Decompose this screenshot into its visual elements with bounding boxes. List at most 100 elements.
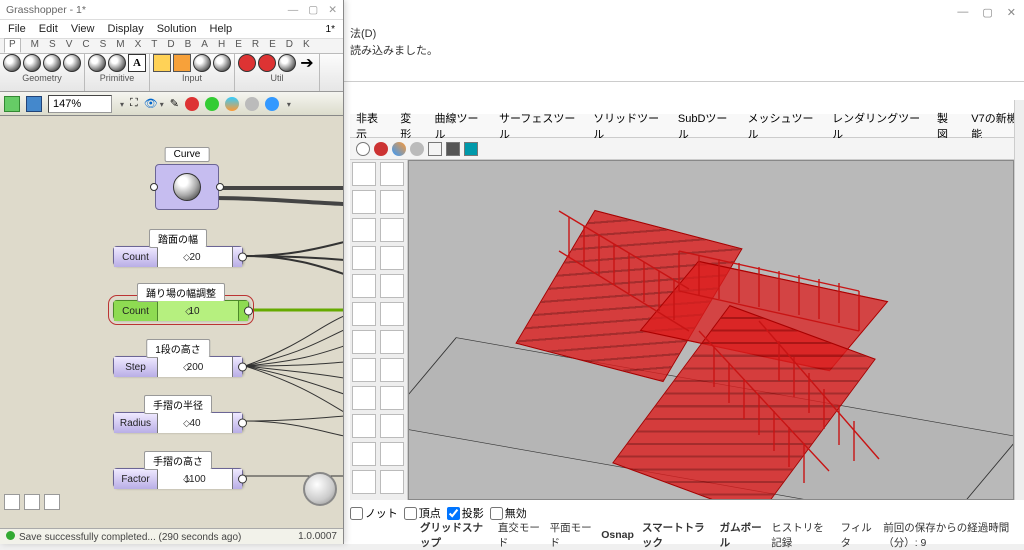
component-icon[interactable] — [213, 54, 231, 72]
osnap-disable[interactable]: 無効 — [490, 505, 527, 521]
tab-p[interactable]: P — [4, 38, 21, 53]
tab-hide[interactable]: 非表示 — [356, 110, 386, 142]
component-icon[interactable] — [193, 54, 211, 72]
status-filter[interactable]: フィルタ — [840, 520, 875, 550]
close-icon[interactable]: ✕ — [1007, 6, 1016, 19]
zoom-level-input[interactable]: 147% — [48, 95, 112, 113]
shaded-preview-icon[interactable] — [225, 97, 239, 111]
tool-icon[interactable] — [380, 274, 404, 298]
close-icon[interactable]: ✕ — [328, 4, 337, 16]
minimize-icon[interactable]: — — [957, 6, 968, 19]
tool-icon[interactable] — [352, 386, 376, 410]
tab-t[interactable]: T — [151, 39, 157, 53]
tab-d2[interactable]: D — [286, 39, 293, 53]
output-port[interactable] — [216, 183, 224, 191]
component-icon[interactable] — [153, 54, 171, 72]
rhino-toolbar-tabs[interactable]: 非表示 変形 曲線ツール サーフェスツール ソリッドツール SubDツール メッ… — [350, 114, 1024, 138]
tool-icon[interactable] — [352, 330, 376, 354]
tab-e[interactable]: E — [235, 39, 242, 53]
gh-canvas[interactable]: Curve 踏面の幅 Count20 踊り場の幅調整 Count10 1段の高さ… — [0, 116, 343, 528]
tab-b[interactable]: B — [185, 39, 192, 53]
tool-icon[interactable] — [380, 218, 404, 242]
component-icon[interactable] — [3, 54, 21, 72]
tool-icon[interactable] — [380, 386, 404, 410]
tab-e2[interactable]: E — [269, 39, 276, 53]
gh-canvas-corner-icons[interactable] — [4, 494, 60, 510]
disable-preview-icon[interactable] — [185, 97, 199, 111]
tool-icon[interactable] — [380, 330, 404, 354]
status-ortho[interactable]: 直交モード — [498, 520, 542, 550]
status-gridsnap[interactable]: グリッドスナップ — [420, 520, 490, 550]
menu-file[interactable]: File — [8, 23, 26, 35]
component-icon[interactable] — [108, 54, 126, 72]
gh-titlebar[interactable]: Grasshopper - 1* — ▢ ✕ — [0, 0, 343, 20]
minimize-icon[interactable]: — — [288, 4, 299, 16]
tab-s2[interactable]: S — [100, 39, 107, 53]
slider-landing-width[interactable]: 踊り場の幅調整 Count10 — [113, 300, 249, 320]
gh-canvas-toolbar[interactable]: 147% ⛶ 👁 ✎ — [0, 92, 343, 116]
shade-multi-icon[interactable] — [392, 142, 406, 156]
tab-render[interactable]: レンダリングツール — [832, 110, 923, 142]
tool-icon[interactable] — [352, 358, 376, 382]
status-planar[interactable]: 平面モード — [550, 520, 594, 550]
md-icon[interactable] — [44, 494, 60, 510]
wire-preview-icon[interactable] — [245, 97, 259, 111]
menu-edit[interactable]: Edit — [39, 23, 58, 35]
tab-surface[interactable]: サーフェスツール — [499, 110, 579, 142]
slider-handrail-radius[interactable]: 手摺の半径 Radius40 — [113, 412, 243, 432]
slider-handrail-height[interactable]: 手摺の高さ Factor1100 — [113, 468, 243, 488]
tool-icon[interactable] — [380, 470, 404, 494]
slider-tread-width[interactable]: 踏面の幅 Count20 — [113, 246, 243, 266]
rhino-left-toolbar[interactable] — [350, 160, 408, 500]
tool-icon[interactable] — [352, 162, 376, 186]
shade-red-icon[interactable] — [374, 142, 388, 156]
status-history[interactable]: ヒストリを記録 — [771, 520, 832, 550]
component-icon[interactable] — [238, 54, 256, 72]
tab-r[interactable]: R — [252, 39, 259, 53]
menu-help[interactable]: Help — [210, 23, 233, 35]
tool-icon[interactable] — [380, 358, 404, 382]
slider-track[interactable]: 10 — [158, 301, 238, 321]
slider-track[interactable]: 1100 — [158, 469, 232, 489]
tool-icon[interactable] — [380, 442, 404, 466]
gh-menubar[interactable]: File Edit View Display Solution Help 1* — [0, 20, 343, 38]
md-icon[interactable] — [4, 494, 20, 510]
selected-preview-icon[interactable] — [265, 97, 279, 111]
tool-icon[interactable] — [352, 414, 376, 438]
tab-x[interactable]: X — [135, 39, 142, 53]
tab-subd[interactable]: SubDツール — [678, 110, 734, 142]
output-port[interactable] — [232, 357, 242, 377]
tab-transform[interactable]: 変形 — [400, 110, 420, 142]
osnap-knot[interactable]: ノット — [350, 505, 398, 521]
slider-riser-height[interactable]: 1段の高さ Step200 — [113, 356, 243, 376]
curve-param[interactable]: Curve — [155, 164, 219, 210]
tab-a[interactable]: A — [201, 39, 208, 53]
component-icon[interactable] — [278, 54, 296, 72]
tab-mesh[interactable]: メッシュツール — [747, 110, 818, 142]
tool-icon[interactable] — [352, 246, 376, 270]
save-icon[interactable] — [26, 96, 42, 112]
maximize-icon[interactable]: ▢ — [308, 4, 318, 16]
status-osnap[interactable]: Osnap — [601, 529, 634, 541]
component-icon[interactable] — [43, 54, 61, 72]
gh-ribbon[interactable]: Geometry APrimitive Input ➔Util — [0, 54, 343, 92]
sketch-icon[interactable]: ✎ — [170, 97, 179, 110]
status-smarttrack[interactable]: スマートトラック — [642, 520, 712, 550]
canvas-compass-icon[interactable] — [303, 472, 337, 506]
tab-v[interactable]: V — [66, 39, 73, 53]
tool-icon[interactable] — [352, 302, 376, 326]
output-port[interactable] — [232, 469, 242, 489]
tab-c[interactable]: C — [82, 39, 89, 53]
shade-white-icon[interactable] — [356, 142, 370, 156]
tool-icon[interactable] — [352, 218, 376, 242]
status-gumball[interactable]: ガムボール — [720, 520, 764, 550]
rendered-icon[interactable] — [446, 142, 460, 156]
text-component-icon[interactable]: A — [128, 54, 146, 72]
preview-eye-icon[interactable]: 👁 — [144, 97, 164, 110]
enable-preview-icon[interactable] — [205, 97, 219, 111]
zoom-extents-icon[interactable]: ⛶ — [130, 97, 138, 110]
new-doc-icon[interactable] — [4, 96, 20, 112]
tab-solid[interactable]: ソリッドツール — [593, 110, 664, 142]
component-icon[interactable] — [173, 54, 191, 72]
component-icon[interactable] — [258, 54, 276, 72]
